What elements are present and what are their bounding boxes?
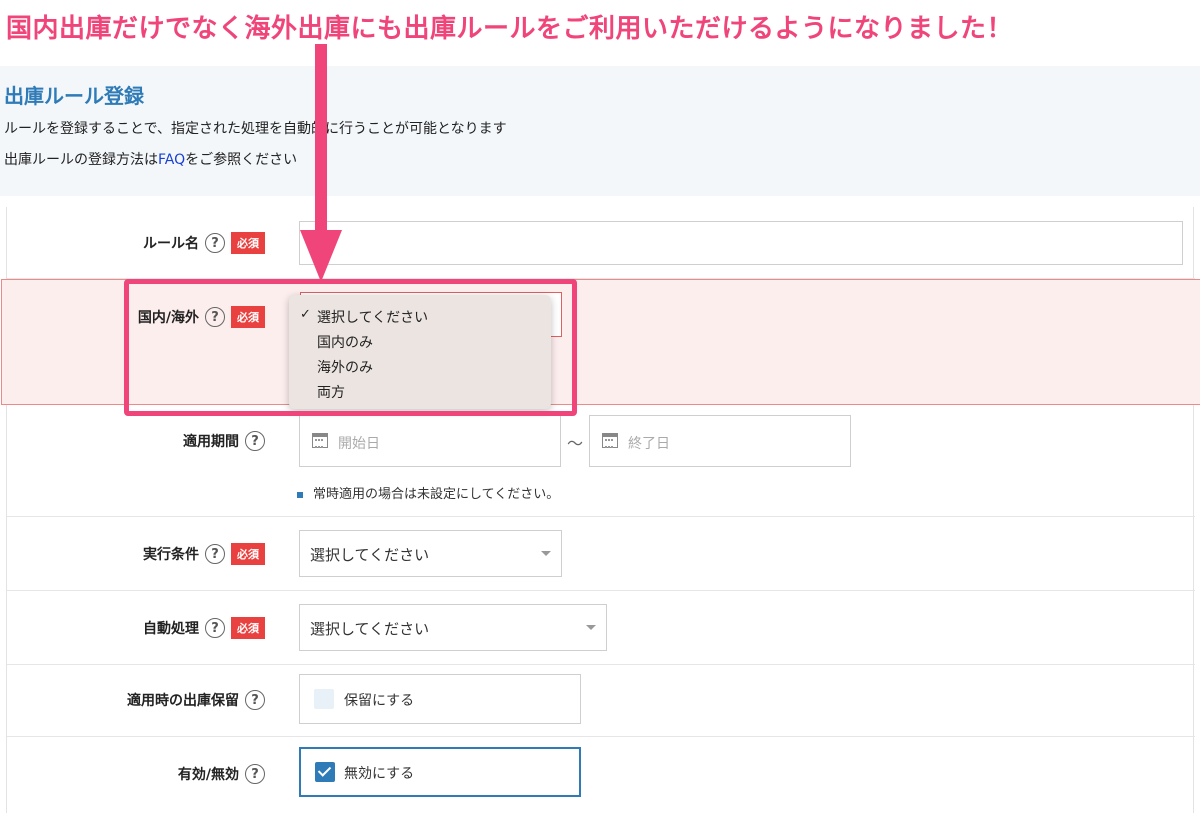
- annotation-arrow: [300, 44, 342, 282]
